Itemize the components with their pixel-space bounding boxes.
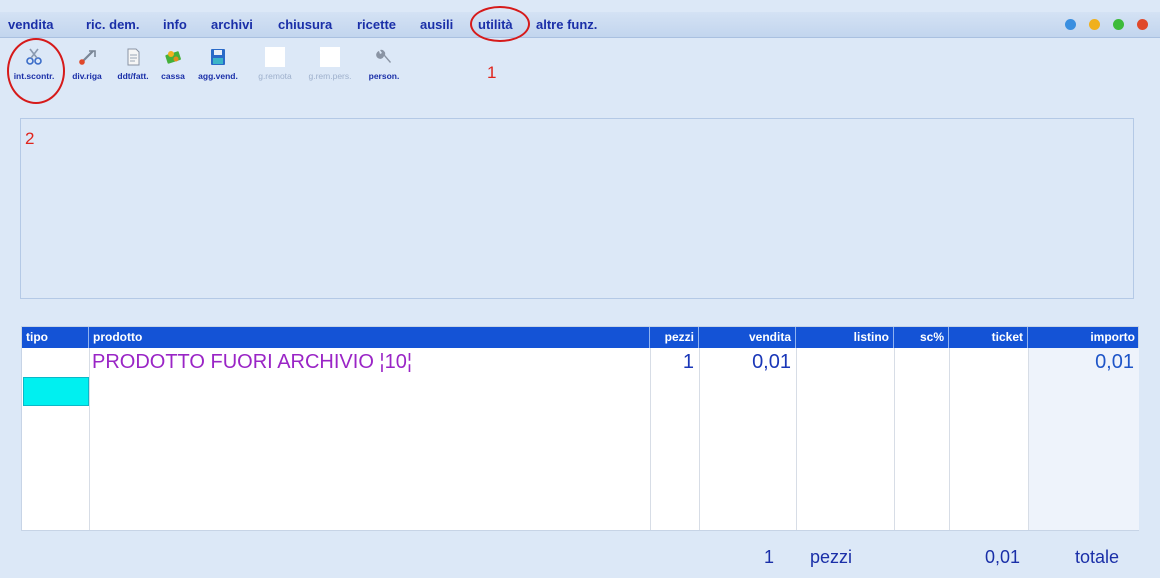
col-header-tipo[interactable]: tipo	[22, 327, 89, 348]
minimize-button[interactable]	[1065, 19, 1076, 30]
tool-cassa[interactable]: cassa	[157, 47, 189, 81]
restore-button[interactable]	[1089, 19, 1100, 30]
cell-prodotto[interactable]: PRODOTTO FUORI ARCHIVIO ¦10¦	[92, 351, 412, 374]
blank-icon	[265, 47, 285, 67]
annotation-circle-menu	[470, 6, 530, 42]
cell-importo[interactable]: 0,01	[1028, 351, 1134, 374]
menu-altre-funz[interactable]: altre funz.	[536, 17, 597, 32]
column-divider	[894, 348, 895, 530]
selected-tipo-cell[interactable]	[23, 377, 89, 406]
pieces-count: 1	[764, 547, 775, 567]
pieces-label: pezzi	[810, 547, 853, 567]
col-header-prodotto[interactable]: prodotto	[89, 327, 650, 348]
column-divider	[949, 348, 950, 530]
info-panel: 2	[20, 118, 1134, 299]
col-header-vendita[interactable]: vendita	[699, 327, 796, 348]
tool-label: agg.vend.	[198, 71, 238, 81]
split-row-icon	[79, 50, 96, 65]
tool-agg-vend[interactable]: agg.vend.	[192, 47, 244, 81]
menu-ric-dem[interactable]: ric. dem.	[86, 17, 139, 32]
document-icon	[127, 48, 140, 66]
wrench-icon	[376, 49, 391, 63]
menu-bar: vendita ric. dem. info archivi chiusura …	[0, 12, 1160, 38]
save-disk-icon	[211, 49, 225, 65]
annotation-circle-tool	[7, 38, 65, 104]
tool-g-rem-pers: g.rem.pers.	[302, 47, 358, 81]
cash-icon	[165, 51, 181, 64]
table-header: tipo prodotto pezzi vendita listino sc% …	[22, 327, 1138, 348]
tool-label: person.	[368, 71, 400, 81]
menu-chiusura[interactable]: chiusura	[278, 17, 332, 32]
tool-g-remota: g.remota	[251, 47, 299, 81]
maximize-button[interactable]	[1113, 19, 1124, 30]
tool-label: g.rem.pers.	[308, 71, 352, 81]
column-divider	[699, 348, 700, 530]
col-header-importo[interactable]: importo	[1028, 327, 1139, 348]
tool-label: g.remota	[258, 71, 292, 81]
annotation-number-2: 2	[25, 129, 35, 148]
column-divider	[89, 348, 90, 530]
tool-ddt-fatt[interactable]: ddt/fatt.	[113, 47, 153, 81]
tool-label: ddt/fatt.	[117, 71, 149, 81]
col-header-listino[interactable]: listino	[796, 327, 894, 348]
col-header-ticket[interactable]: ticket	[949, 327, 1028, 348]
total-value: 0,01	[985, 547, 1021, 567]
col-header-pezzi[interactable]: pezzi	[650, 327, 699, 348]
column-divider	[1028, 348, 1029, 530]
total-label: totale	[1075, 547, 1120, 567]
cell-vendita[interactable]: 0,01	[699, 351, 791, 374]
menu-ausili[interactable]: ausili	[420, 17, 453, 32]
sales-table: tipo prodotto pezzi vendita listino sc% …	[21, 326, 1139, 531]
tool-label: div.riga	[72, 71, 102, 81]
menu-info[interactable]: info	[163, 17, 187, 32]
tool-label: cassa	[161, 71, 185, 81]
column-divider	[796, 348, 797, 530]
toolbar: int.scontr. div.riga ddt/fatt. cassa agg…	[0, 39, 1160, 95]
close-button[interactable]	[1137, 19, 1148, 30]
col-header-sconto[interactable]: sc%	[894, 327, 949, 348]
annotation-number-1: 1	[487, 63, 497, 82]
importo-column-bg	[1028, 348, 1139, 530]
menu-ricette[interactable]: ricette	[357, 17, 396, 32]
menu-vendita[interactable]: vendita	[8, 17, 54, 32]
tool-person[interactable]: person.	[364, 47, 404, 81]
blank-icon	[320, 47, 340, 67]
menu-archivi[interactable]: archivi	[211, 17, 253, 32]
tool-div-riga[interactable]: div.riga	[66, 47, 108, 81]
column-divider	[650, 348, 651, 530]
cell-pezzi[interactable]: 1	[650, 351, 694, 374]
